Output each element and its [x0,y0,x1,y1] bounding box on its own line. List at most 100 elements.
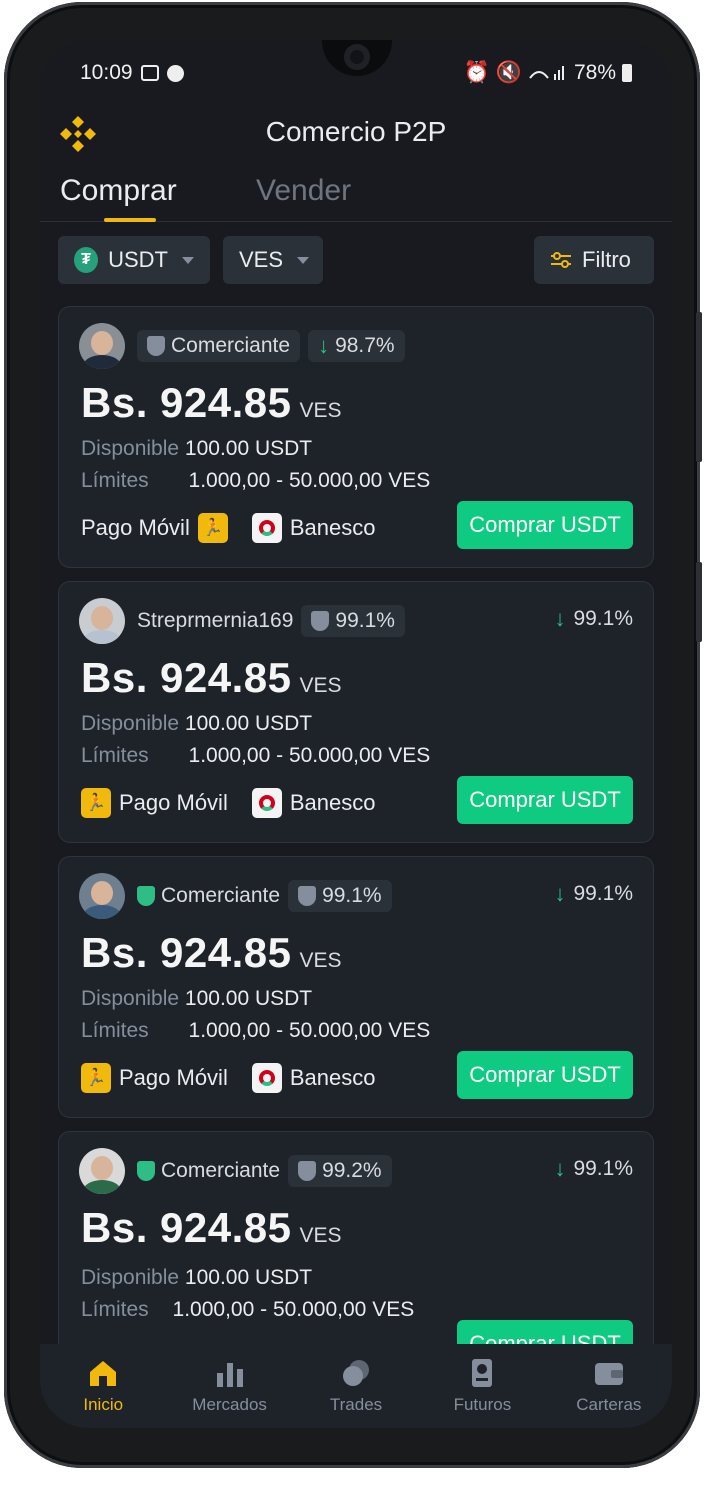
nav-label: Futuros [453,1395,512,1414]
limits-value: 1.000,00 - 50.000,00 VES [188,744,431,767]
merchant-name: Streprmernia169 [137,609,294,632]
avatar[interactable] [79,323,125,369]
merchant-badge: Comerciante [137,1159,280,1183]
nav-label: Inicio [83,1395,124,1414]
asset-selector[interactable]: ₮ USDT [58,236,210,284]
battery-percent: 78% [573,61,616,84]
verified-shield-icon [311,611,330,631]
payment-method-label: Pago Móvil [81,515,190,540]
payment-methods: 🏃 Pago Móvil Banesco [81,788,375,818]
completion-rate: 99.2% [322,1159,382,1182]
completion-rate-badge: ↓ 98.7% [308,330,405,362]
completion-rate-badge: 99.2% [288,1155,392,1187]
tab-comprar[interactable]: Comprar [60,174,177,208]
limits-value: 1.000,00 - 50.000,00 VES [188,1019,431,1042]
pago-movil-icon: 🏃 [81,788,111,818]
completion-rate: 99.1% [335,609,395,632]
available-label: Disponible [81,987,180,1010]
status-bar: 10:09 ⏰ 🔇 78% [80,58,632,88]
available-value: 100.00 USDT [184,1266,313,1289]
bar-chart-icon [216,1363,243,1387]
available-label: Disponible [81,1266,180,1289]
offer-list[interactable]: Comerciante ↓ 98.7% Bs. 924.85 VES Dispo… [58,306,654,1344]
arrow-down-icon: ↓ [554,881,566,906]
arrow-down-icon: ↓ [554,606,566,631]
tab-vender[interactable]: Vender [256,174,351,208]
pago-movil-icon: 🏃 [81,1063,111,1093]
banesco-icon [251,788,282,818]
limits-row: Límites 1.000,00 - 50.000,00 VES [81,1019,430,1043]
shield-icon [298,886,317,906]
nav-carteras[interactable]: Carteras [546,1344,672,1428]
buy-usdt-button[interactable]: Comprar USDT [457,1051,633,1099]
merchant-name: Comerciante [161,1159,281,1182]
available-row: Disponible 100.00 USDT [81,437,312,461]
sliders-icon [551,252,571,268]
completion-rate: 98.7% [335,334,395,357]
volume-button [696,312,702,462]
limits-label: Límites [81,744,149,767]
payment-methods: 🏃 Pago Móvil Banesco [81,1063,375,1093]
phone-frame: 10:09 ⏰ 🔇 78% Comercio P2P Comprar Vende… [4,2,702,1468]
buy-usdt-button[interactable]: Comprar USDT [457,776,633,824]
price-amount: Bs. 924.85 [81,379,292,426]
nav-label: Mercados [192,1395,267,1414]
nav-futuros[interactable]: Futuros [419,1344,545,1428]
fiat-selector[interactable]: VES [223,236,323,284]
available-row: Disponible 100.00 USDT [81,987,312,1011]
rate-value: 99.1% [573,607,633,630]
battery-icon [622,64,632,82]
asset-label: USDT [108,247,168,272]
buy-usdt-button[interactable]: Comprar USDT [457,501,633,549]
avatar[interactable] [79,873,125,919]
completion-rate: 99.1% [322,884,382,907]
available-value: 100.00 USDT [184,712,313,735]
alarm-icon: ⏰ [463,61,490,84]
nav-mercados[interactable]: Mercados [166,1344,292,1428]
merchant-name: Comerciante [171,334,291,357]
payment-method-label: Banesco [289,1065,376,1090]
completion-rate-badge: 99.1% [288,880,392,912]
bottom-nav: Inicio Mercados Trades Futuros Carteras [40,1344,672,1428]
available-row: Disponible 100.00 USDT [81,712,312,736]
message-icon [166,64,184,82]
contract-icon [472,1359,493,1387]
available-label: Disponible [81,437,180,460]
power-button [696,562,702,642]
offer-price: Bs. 924.85 VES [81,379,342,427]
rate-indicator: ↓ 99.1% [554,606,633,632]
price-amount: Bs. 924.85 [81,929,292,976]
mute-icon: 🔇 [495,61,522,84]
nav-trades[interactable]: Trades [293,1344,419,1428]
pago-movil-icon: 🏃 [197,513,228,543]
price-currency: VES [299,1224,342,1247]
payment-method-label: Banesco [289,515,376,540]
offer-price: Bs. 924.85 VES [81,1204,342,1252]
buy-usdt-button[interactable]: Comprar USDT [457,1320,633,1344]
offer-card: Comerciante 99.1% ↓ 99.1% Bs. 924.85 VES [58,856,654,1118]
wallet-icon [594,1363,623,1385]
verified-shield-icon [137,886,155,906]
price-amount: Bs. 924.85 [81,654,292,701]
banesco-icon [251,513,282,543]
offer-card: Comerciante ↓ 98.7% Bs. 924.85 VES Dispo… [58,306,654,568]
tether-icon: ₮ [74,247,99,273]
arrow-down-icon: ↓ [554,1156,566,1181]
avatar[interactable] [79,1148,125,1194]
nav-label: Trades [329,1395,383,1414]
price-amount: Bs. 924.85 [81,1204,292,1251]
nav-inicio[interactable]: Inicio [40,1344,166,1428]
merchant-name: Comerciante [161,884,281,907]
rate-value: 99.1% [573,1157,633,1180]
page-title: Comercio P2P [265,116,447,147]
filter-button[interactable]: Filtro [534,236,654,284]
available-value: 100.00 USDT [184,987,313,1010]
active-tab-indicator [104,218,156,222]
trade-tabs: Comprar Vender [40,170,672,222]
filter-bar: ₮ USDT VES Filtro [58,236,654,284]
limits-label: Límites [81,1019,149,1042]
avatar[interactable] [79,598,125,644]
rate-indicator: ↓ 99.1% [554,881,633,907]
home-icon [90,1361,117,1386]
verified-shield-icon [137,1161,155,1181]
